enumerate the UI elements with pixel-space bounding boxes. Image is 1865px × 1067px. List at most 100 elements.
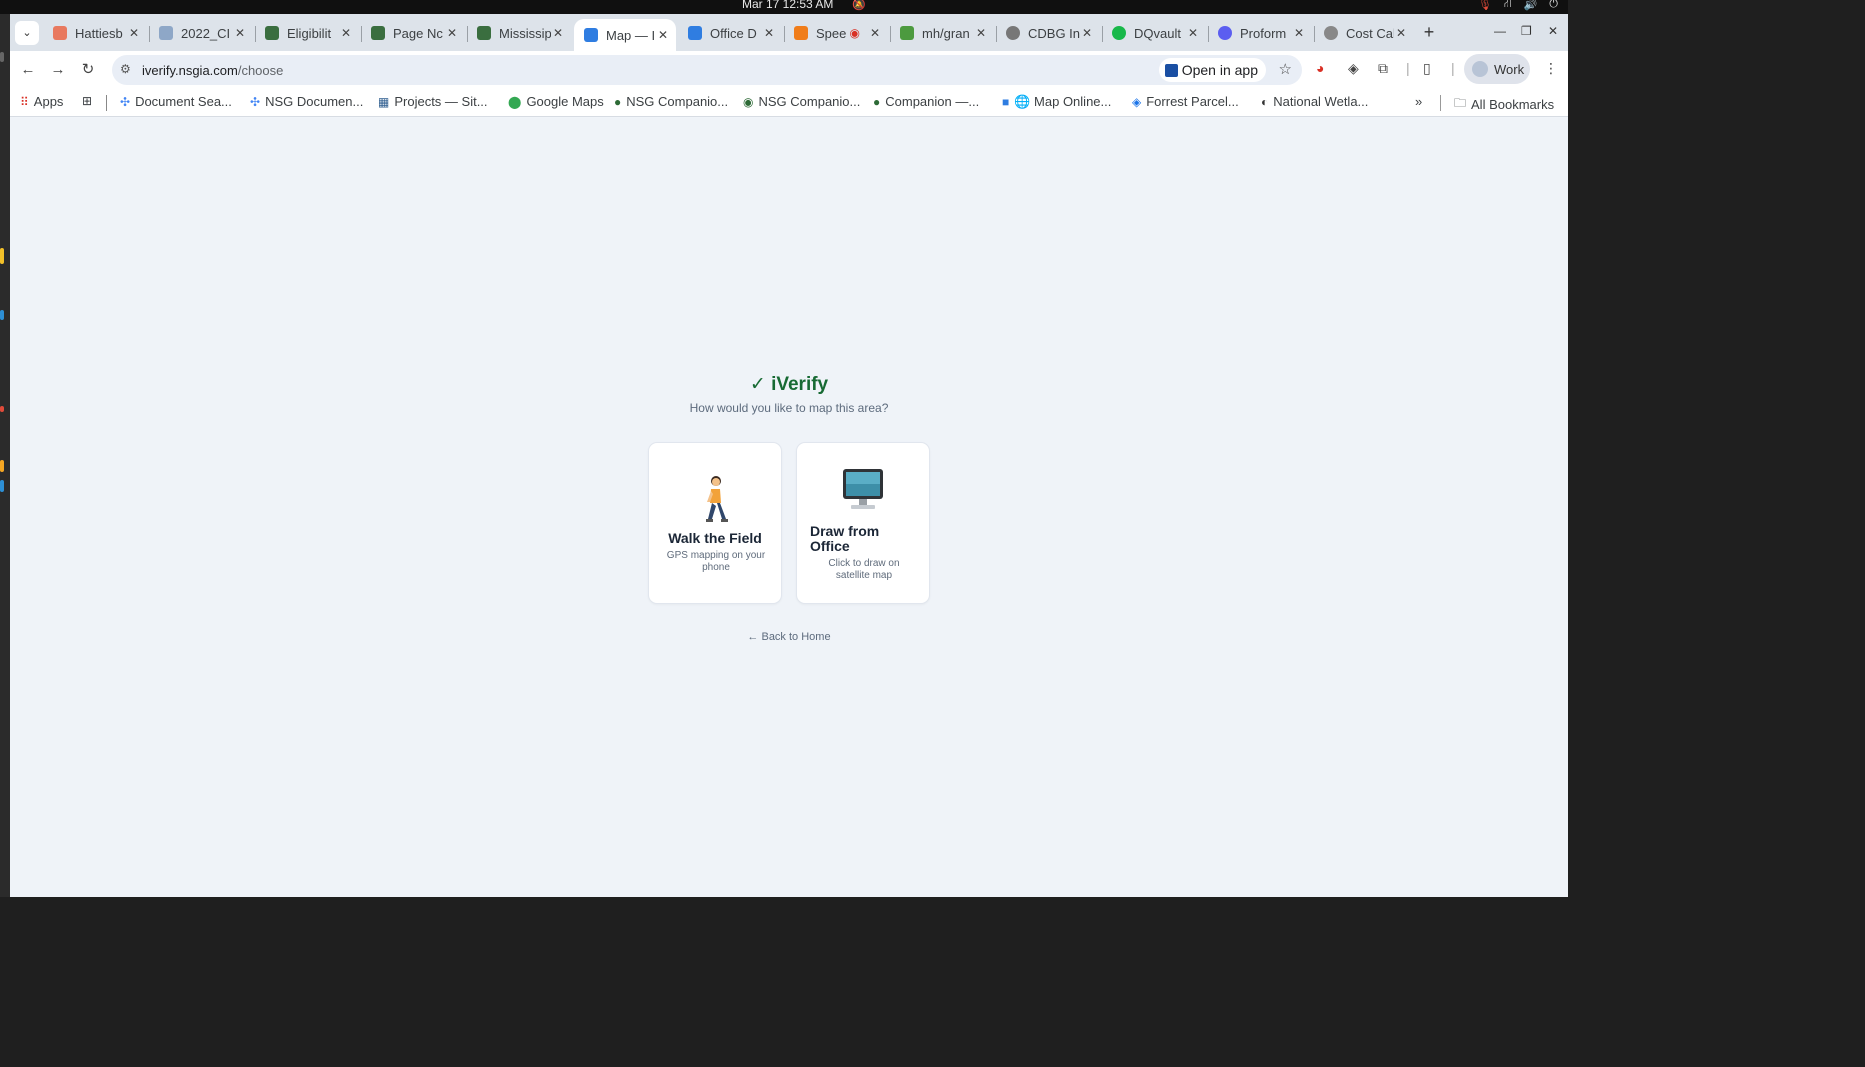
os-dock xyxy=(0,14,10,897)
site-info-icon[interactable]: ⚙ xyxy=(120,62,131,76)
close-icon[interactable]: ✕ xyxy=(233,26,247,40)
companion-icon: ◉ xyxy=(743,94,754,109)
close-icon[interactable]: ✕ xyxy=(974,26,988,40)
walk-card-description: GPS mapping on your phone xyxy=(666,550,766,573)
companion-icon: ● xyxy=(873,94,881,109)
url-text[interactable]: iverify.nsgia.com/choose xyxy=(142,63,283,78)
bookmark-item[interactable]: ◉ NSG Companio... xyxy=(743,94,860,109)
bookmark-star-icon[interactable]: ☆ xyxy=(1279,60,1292,78)
dock-indicator xyxy=(0,310,4,320)
tab[interactable]: Mississip ✕ xyxy=(467,19,571,47)
profile-button[interactable]: Work xyxy=(1464,54,1530,84)
bookmark-label: NSG Documen... xyxy=(265,94,364,109)
tab[interactable]: CDBG In ✕ xyxy=(996,19,1103,47)
tab-title: DQvault xyxy=(1134,25,1181,41)
address-bar[interactable]: ⚙ iverify.nsgia.com/choose Open in app ☆ xyxy=(112,55,1302,85)
os-top-bar: Mar 17 12:53 AM 🔕 🎙 ⛙ 🔊 ⏻ xyxy=(0,0,1568,14)
open-in-app-button[interactable]: Open in app xyxy=(1158,58,1266,82)
close-icon[interactable]: ✕ xyxy=(339,26,353,40)
tab-title: Map — I xyxy=(606,27,656,43)
walking-person-icon xyxy=(706,476,728,522)
bookmark-item[interactable]: ◐ National Wetla... xyxy=(1261,94,1368,109)
tab[interactable]: mh/gran ✕ xyxy=(890,19,997,47)
window-close-icon[interactable]: ✕ xyxy=(1548,24,1558,38)
close-icon[interactable]: ✕ xyxy=(1292,26,1306,40)
bookmark-item[interactable]: ⬤ Google Maps xyxy=(508,94,604,109)
bookmark-item[interactable]: ● NSG Companio... xyxy=(614,94,728,109)
tab-favicon xyxy=(371,26,385,40)
tab[interactable]: Proform ✕ xyxy=(1208,19,1315,47)
tab-favicon xyxy=(1112,26,1126,40)
bookmark-item[interactable]: ▦ Projects — Sit... xyxy=(378,94,488,109)
puzzle-extensions-icon[interactable]: ⧉ xyxy=(1378,60,1388,77)
tab[interactable]: Hattiesb ✕ xyxy=(43,19,150,47)
more-bookmarks-icon[interactable]: » xyxy=(1415,94,1422,109)
reading-list-icon[interactable]: ▯ xyxy=(1423,60,1431,77)
bookmark-label: All Bookmarks xyxy=(1471,97,1555,112)
sparkle-icon: ✣ xyxy=(250,94,261,109)
dock-indicator xyxy=(0,406,4,412)
tab[interactable]: Cost Cal ✕ xyxy=(1314,19,1414,47)
close-icon[interactable]: ✕ xyxy=(1186,26,1200,40)
tab-favicon xyxy=(900,26,914,40)
office-card-description: Click to draw on satellite map xyxy=(828,558,900,581)
tab-favicon xyxy=(688,26,702,40)
reload-icon[interactable]: ↻ xyxy=(76,58,100,82)
system-tray[interactable]: 🎙 ⛙ 🔊 ⏻ xyxy=(1478,0,1558,12)
close-icon[interactable]: ✕ xyxy=(762,26,776,40)
minimize-icon[interactable]: — xyxy=(1494,24,1506,38)
grid-icon: ▦ xyxy=(378,94,390,109)
dock-indicator xyxy=(0,52,4,62)
os-clock[interactable]: Mar 17 12:53 AM xyxy=(742,0,833,11)
tab[interactable]: Office D ✕ xyxy=(678,19,785,47)
back-to-home-link[interactable]: ← Back to Home xyxy=(10,631,1568,643)
back-arrow-icon[interactable]: ← xyxy=(16,58,40,82)
walk-the-field-card[interactable]: Walk the Field GPS mapping on your phone xyxy=(648,442,782,604)
bookmark-item[interactable]: ◈ Forrest Parcel... xyxy=(1132,94,1239,109)
tab[interactable]: Spee ◉ ✕ xyxy=(784,19,891,47)
tab-title: Page Nc xyxy=(393,25,443,41)
bookmarks-divider xyxy=(106,95,107,111)
network-icon: ⛙ xyxy=(1503,0,1512,10)
tab-title: Hattiesb xyxy=(75,25,123,41)
tab[interactable]: Eligibilit ✕ xyxy=(255,19,362,47)
close-icon[interactable]: ✕ xyxy=(1080,26,1094,40)
close-icon[interactable]: ✕ xyxy=(656,28,670,42)
all-bookmarks-button[interactable]: 🗀 All Bookmarks xyxy=(1454,94,1554,115)
url-host: iverify.nsgia.com xyxy=(142,63,238,78)
page-subtitle: How would you like to map this area? xyxy=(689,401,889,415)
tab-search-button[interactable]: ⌄ xyxy=(15,21,39,45)
tab-groups-icon[interactable]: ⊞ xyxy=(82,94,92,108)
dock-indicator xyxy=(0,460,4,472)
recording-icon: ◉ xyxy=(849,26,860,40)
forward-arrow-icon[interactable]: → xyxy=(46,58,70,82)
bookmark-item[interactable]: ✣ NSG Documen... xyxy=(250,94,363,109)
color-extension-icon[interactable]: ◕ xyxy=(1316,60,1324,76)
globe-icon: ◐ xyxy=(1261,94,1269,109)
tab[interactable]: Page Nc ✕ xyxy=(361,19,468,47)
tab-title: Spee xyxy=(816,25,847,41)
draw-from-office-card[interactable]: Draw from Office Click to draw on satell… xyxy=(796,442,930,604)
new-tab-button[interactable]: + xyxy=(1418,22,1440,44)
close-icon[interactable]: ✕ xyxy=(868,26,882,40)
url-path: /choose xyxy=(237,63,284,78)
page-content: ✓ iVerify How would you like to map this… xyxy=(10,118,1568,897)
menu-kebab-icon[interactable]: ⋮ xyxy=(1544,60,1558,77)
bookmark-item[interactable]: ■ 🌐 Map Online... xyxy=(1002,94,1111,110)
tab-active[interactable]: Map — I ✕ xyxy=(574,19,676,51)
close-icon[interactable]: ✕ xyxy=(1394,26,1408,40)
restore-icon[interactable]: ❐ xyxy=(1521,24,1532,38)
bookmark-item[interactable]: ● Companion —... xyxy=(873,94,979,109)
close-icon[interactable]: ✕ xyxy=(551,26,565,40)
bookmark-item[interactable]: ✣ Document Sea... xyxy=(120,94,232,109)
bookmarks-divider xyxy=(1440,95,1441,111)
tab[interactable]: DQvault ✕ xyxy=(1102,19,1209,47)
map-pin-icon: ⬤ xyxy=(508,94,522,109)
toolbar-divider: | xyxy=(1451,60,1455,76)
tab[interactable]: 2022_CI ✕ xyxy=(149,19,256,47)
close-icon[interactable]: ✕ xyxy=(127,26,141,40)
tab-favicon xyxy=(265,26,279,40)
bookmark-apps[interactable]: ⠿ Apps xyxy=(20,94,63,109)
close-icon[interactable]: ✕ xyxy=(445,26,459,40)
extension-icon[interactable]: ◈ xyxy=(1348,60,1359,77)
